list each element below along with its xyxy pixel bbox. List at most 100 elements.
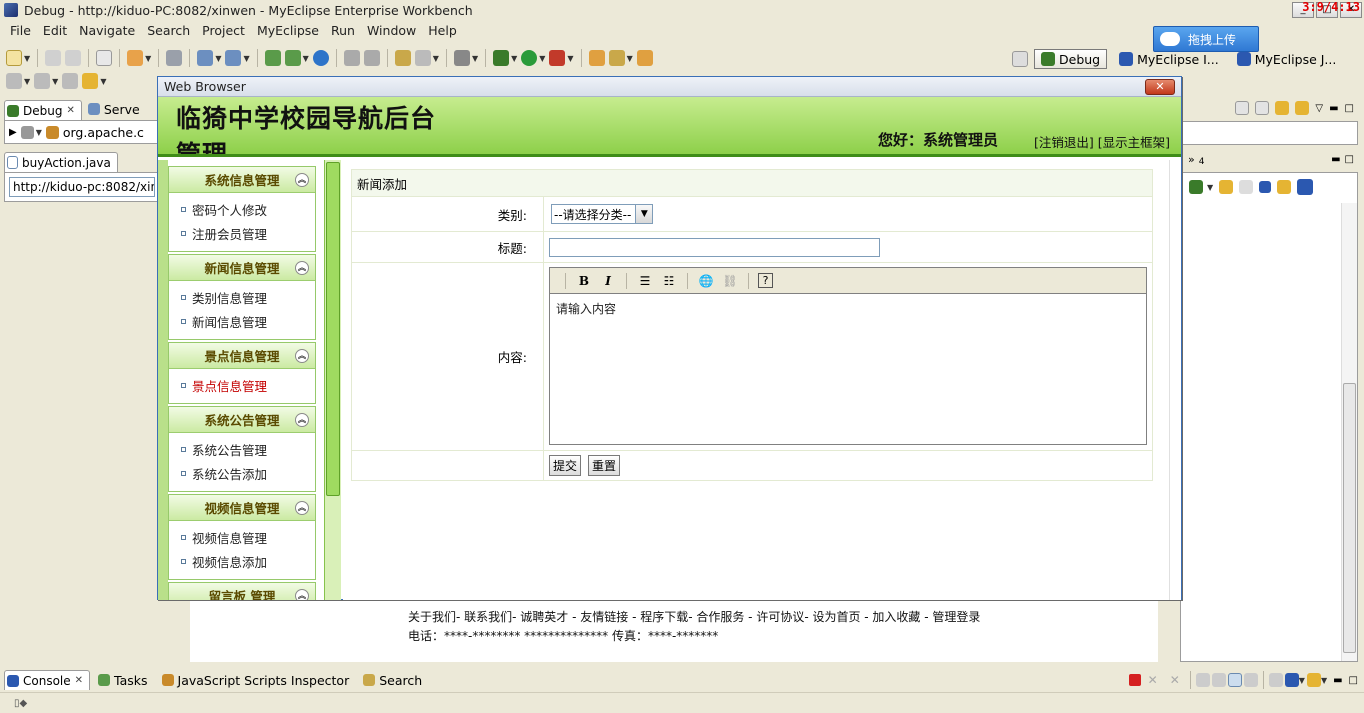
collapse-up-icon[interactable]: ︽ [295,413,309,427]
collapse-up-icon[interactable]: ︽ [295,349,309,363]
menu-search[interactable]: Search [141,23,196,38]
tab-servers[interactable]: Serve [82,98,146,120]
scroll-lock-icon[interactable] [1211,673,1226,687]
next-annotation-icon[interactable] [6,73,22,89]
terminate-icon[interactable] [1128,674,1141,686]
server-run-icon[interactable] [225,50,242,66]
menu-item-announcement-add[interactable]: 系统公告添加 [169,461,315,485]
close-icon[interactable]: ✕ [75,675,83,686]
deploy-icon[interactable] [197,50,214,66]
menu-item-category-management[interactable]: 类别信息管理 [169,285,315,309]
tab-js-inspector[interactable]: JavaScript Scripts Inspector [156,669,356,691]
open-type-icon[interactable] [264,50,281,66]
last-edit-icon[interactable] [62,73,79,89]
title-input[interactable] [549,237,880,257]
menu-myeclipse[interactable]: MyEclipse [251,23,325,38]
overflow-chevron-icon[interactable]: » [1188,153,1195,166]
collapse-up-icon[interactable]: ︽ [295,173,309,187]
minimize-view-icon[interactable]: ▬ [1329,675,1346,686]
menu-group-header[interactable]: 景点信息管理 ︽ [169,343,315,369]
pin-console-icon[interactable] [1268,673,1283,687]
menu-navigate[interactable]: Navigate [73,23,141,38]
collapse-icon[interactable] [1255,101,1270,115]
menu-item-scenic-management[interactable]: 景点信息管理 [169,373,315,397]
stop-icon[interactable] [1259,181,1272,193]
prev-annotation-icon[interactable] [34,73,51,89]
editor-content-area[interactable]: 请输入内容 [550,294,1146,323]
expand-arrow-icon[interactable]: ▶ [9,127,17,138]
minimize-view-icon[interactable]: ▬ [1331,154,1340,165]
dropdown-arrow-icon[interactable]: ▼ [635,205,653,223]
tab-tasks[interactable]: Tasks [92,669,154,691]
collapse-up-icon[interactable]: ︽ [295,501,309,515]
maximize-view-icon[interactable]: □ [1345,103,1354,114]
sidebar-scrollbar[interactable] [324,160,341,600]
new-class-icon[interactable] [284,50,301,66]
save-icon[interactable] [45,50,62,66]
refresh-icon[interactable] [1277,180,1292,194]
forward-icon[interactable] [1239,180,1254,194]
reset-button[interactable]: 重置 [588,455,621,476]
open-console-icon[interactable] [1306,673,1321,687]
show-main-frame-link[interactable]: [显示主框架] [1098,135,1170,150]
run-icon[interactable] [521,50,538,66]
close-icon[interactable]: ✕ [66,105,74,116]
perspective-myeclipse-j[interactable]: MyEclipse J... [1231,49,1343,69]
debug-icon[interactable] [493,50,510,66]
minimize-view-icon[interactable]: ▬ [1329,103,1338,114]
new-icon[interactable] [6,50,22,66]
bold-button[interactable]: B [575,272,593,290]
menu-group-header[interactable]: 留言板 管理 ︽ [169,583,315,600]
tab-buyaction-java[interactable]: buyAction.java [4,152,118,172]
myeclipse-icon[interactable] [1297,179,1314,195]
submit-button[interactable]: 提交 [549,455,582,476]
menu-item-news-management[interactable]: 新闻信息管理 [169,309,315,333]
perspective-debug[interactable]: Debug [1034,49,1108,69]
view-menu-icon[interactable]: ▽ [1315,103,1323,114]
menu-item-video-add[interactable]: 视频信息添加 [169,549,315,573]
task-icon[interactable] [394,50,411,66]
browser-scrollbar[interactable] [1169,160,1181,600]
tab-console[interactable]: Console ✕ [4,670,91,690]
unlink-icon[interactable]: ⛓ [721,272,739,290]
camera-icon[interactable] [453,50,470,66]
show-on-error-icon[interactable] [1243,673,1258,687]
menu-item-announcement-management[interactable]: 系统公告管理 [169,437,315,461]
browser-close-button[interactable]: ✕ [1145,79,1175,95]
scrollbar-thumb[interactable] [1343,383,1356,653]
italic-button[interactable]: I [599,272,617,290]
open-folder-icon[interactable] [588,50,605,66]
insert-link-icon[interactable]: 🌐 [697,272,715,290]
menu-project[interactable]: Project [196,23,251,38]
link-icon[interactable] [1275,101,1290,115]
footer-links[interactable]: 关于我们- 联系我们- 诚聘英才 - 友情链接 - 程序下载- 合作服务 - 许… [408,608,980,625]
menu-run[interactable]: Run [325,23,361,38]
tab-debug[interactable]: Debug ✕ [4,100,82,120]
menu-group-header[interactable]: 系统公告管理 ︽ [169,407,315,433]
menu-item-video-management[interactable]: 视频信息管理 [169,525,315,549]
server-icon[interactable] [166,50,183,66]
debug-config-icon[interactable] [127,50,144,66]
web-service-icon[interactable] [414,50,431,66]
menu-group-header[interactable]: 视频信息管理 ︽ [169,495,315,521]
help-icon[interactable]: ? [758,273,773,288]
back-arrow-icon[interactable] [82,73,99,89]
category-select[interactable]: --请选择分类-- ▼ [551,204,654,224]
maximize-view-icon[interactable]: □ [1349,675,1364,686]
print-icon[interactable] [65,50,82,66]
url-input[interactable]: http://kiduo-pc:8082/xinw [9,177,155,197]
menu-group-header[interactable]: 系统信息管理 ︽ [169,167,315,193]
build-icon[interactable] [343,50,360,66]
clean-icon[interactable] [363,50,380,66]
wand-icon[interactable] [608,50,625,66]
menu-edit[interactable]: Edit [37,23,73,38]
logout-link[interactable]: [注销退出] [1034,135,1094,150]
menu-item-change-password[interactable]: 密码个人修改 [169,197,315,221]
ordered-list-icon[interactable]: ☰ [636,272,654,290]
menu-file[interactable]: File [4,23,37,38]
open-file-icon[interactable] [636,50,653,66]
maximize-view-icon[interactable]: □ [1345,154,1360,165]
menu-window[interactable]: Window [361,23,422,38]
expand-icon[interactable] [1235,101,1250,115]
remove-all-icon[interactable]: ✕ [1165,673,1185,687]
